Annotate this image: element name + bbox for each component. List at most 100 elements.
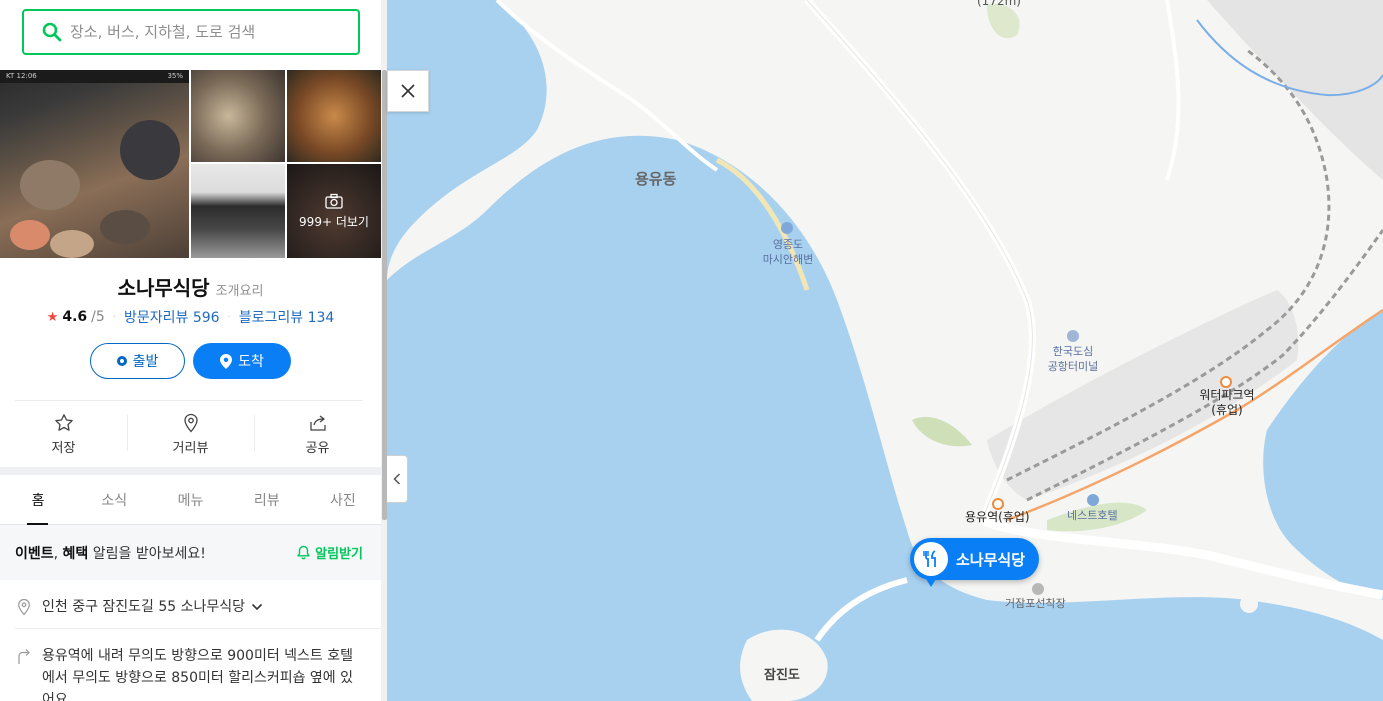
photo-thumb[interactable] (191, 164, 285, 258)
map-label-jamjin-do[interactable]: 잠진도 (764, 668, 800, 683)
more-photos: 999+ 더보기 (287, 164, 381, 258)
map-label-yongyu-station[interactable]: 용유역(휴업) (965, 510, 1030, 525)
notify-bold-benefits: 혜택 (62, 545, 89, 562)
star-icon (54, 413, 73, 431)
streetview-action[interactable]: 거리뷰 (127, 401, 254, 467)
route-buttons: 출발 도착 (0, 343, 381, 379)
save-label: 저장 (51, 440, 76, 456)
search-box[interactable] (22, 9, 360, 55)
share-label: 공유 (305, 440, 330, 456)
map-label-terminal[interactable]: 한국도심 공항터미널 (1037, 344, 1109, 374)
station-marker (1220, 376, 1232, 388)
notify-banner: 이벤트, 혜택 알림을 받아보세요! 알림받기 (0, 525, 381, 580)
restaurant-icon (914, 542, 948, 576)
tab-menu[interactable]: 메뉴 (152, 475, 228, 524)
tab-reviews[interactable]: 리뷰 (229, 475, 305, 524)
port-poi-icon (1032, 583, 1044, 595)
directions-text: 용유역에 내려 무의도 방향으로 900미터 넥스트 호텔에서 무의도 방향으로… (42, 648, 354, 701)
place-category: 조개요리 (215, 284, 264, 299)
app-root: KT 12:06 35% (0, 0, 1383, 701)
map-label-peak: (172m) (977, 0, 1021, 8)
address-row: 인천 중구 잠진도길 55 소나무식당 (0, 580, 381, 618)
close-icon (401, 84, 415, 98)
photo-main[interactable]: KT 12:06 35% (0, 70, 189, 258)
separator-dot: · (112, 311, 116, 323)
place-map-marker[interactable]: 소나무식당 (910, 538, 1040, 587)
place-name: 소나무식당 (117, 276, 210, 300)
directions-icon (18, 649, 30, 664)
tab-photos[interactable]: 사진 (305, 475, 381, 524)
map-label-geojampo[interactable]: 거잠포선착장 (1005, 596, 1066, 611)
place-panel: KT 12:06 35% (0, 0, 381, 701)
tab-bar: 홈 소식 메뉴 리뷰 사진 (0, 475, 381, 525)
address-pin-icon (18, 598, 30, 616)
shell-shape (120, 120, 180, 180)
tab-news[interactable]: 소식 (76, 475, 152, 524)
notify-sep: , (53, 545, 63, 562)
depart-button[interactable]: 출발 (90, 343, 185, 379)
rating-max: /5 (91, 309, 105, 325)
arrive-button[interactable]: 도착 (193, 343, 291, 379)
fork-knife-icon (923, 550, 936, 567)
map-geometry (387, 0, 1383, 701)
sea-area (387, 135, 1383, 701)
map-canvas[interactable]: (172m) 용유동 영종도 마시안해변 한국도심 공항터미널 워터파크역 (휴… (387, 0, 1383, 701)
park-area (987, 4, 1020, 39)
depart-icon (116, 356, 127, 366)
visitor-review-link[interactable]: 방문자리뷰 596 (124, 307, 220, 327)
search-input[interactable] (70, 23, 330, 41)
streetview-label: 거리뷰 (172, 440, 209, 456)
photo-thumb[interactable] (191, 70, 285, 162)
place-title-row: 소나무식당 조개요리 (0, 272, 381, 301)
arrive-label: 도착 (238, 354, 264, 370)
camera-icon (325, 193, 343, 209)
action-bar: 저장 거리뷰 공유 (0, 401, 381, 467)
more-photos-label: 999+ 더보기 (299, 214, 369, 229)
notify-button[interactable]: 알림받기 (296, 543, 363, 562)
bell-icon (297, 545, 310, 560)
notify-text: 이벤트, 혜택 알림을 받아보세요! (15, 543, 206, 563)
station-marker (992, 498, 1004, 510)
pin-icon (220, 353, 233, 369)
share-action[interactable]: 공유 (254, 401, 381, 467)
blog-review-link[interactable]: 블로그리뷰 134 (239, 307, 335, 327)
directions-row: 용유역에 내려 무의도 방향으로 900미터 넥스트 호텔에서 무의도 방향으로… (0, 629, 381, 701)
road (1165, 0, 1181, 181)
map-label-yongyu-dong[interactable]: 용유동 (635, 172, 676, 187)
notify-button-label: 알림받기 (315, 547, 363, 562)
park-area (912, 416, 972, 447)
photo-status-right: 35% (167, 72, 183, 80)
save-action[interactable]: 저장 (0, 401, 127, 467)
shell-shape (50, 230, 94, 258)
photo-more[interactable]: 999+ 더보기 (287, 164, 381, 258)
collapse-panel-button[interactable] (387, 455, 408, 503)
island (1240, 595, 1258, 613)
shell-shape (10, 220, 50, 250)
search-icon (42, 22, 62, 42)
map-label-next-hotel[interactable]: 네스트호텔 (1067, 508, 1118, 523)
shell-shape (100, 210, 150, 244)
terminal-poi-icon (1067, 330, 1079, 342)
hotel-poi-icon (1087, 494, 1099, 506)
tab-home[interactable]: 홈 (0, 475, 76, 525)
notify-rest: 알림을 받아보세요! (88, 545, 206, 562)
location-pin-icon (183, 413, 198, 432)
photo-thumb[interactable] (287, 70, 381, 162)
beach-poi-icon (781, 222, 793, 234)
share-icon (309, 414, 326, 431)
separator-dot: · (227, 311, 231, 323)
map-label-waterpark-station[interactable]: 워터파크역 (휴업) (1193, 388, 1261, 418)
photo-statusbar: KT 12:06 35% (0, 70, 189, 83)
depart-label: 출발 (132, 354, 159, 370)
rating-row: ★ 4.6 /5 · 방문자리뷰 596 · 블로그리뷰 134 (0, 307, 381, 327)
section-divider (0, 467, 381, 475)
photo-status-left: KT 12:06 (6, 72, 37, 80)
rating-value: 4.6 (62, 309, 88, 325)
rating-star-icon: ★ (46, 309, 59, 325)
shell-shape (20, 160, 80, 210)
address-text[interactable]: 인천 중구 잠진도길 55 소나무식당 (42, 596, 263, 618)
map-label-beach[interactable]: 영종도 마시안해변 (757, 237, 819, 267)
close-panel-button[interactable] (387, 70, 429, 112)
photo-gallery: KT 12:06 35% 999+ 더보기 (0, 70, 381, 258)
marker-label: 소나무식당 (956, 550, 1026, 569)
